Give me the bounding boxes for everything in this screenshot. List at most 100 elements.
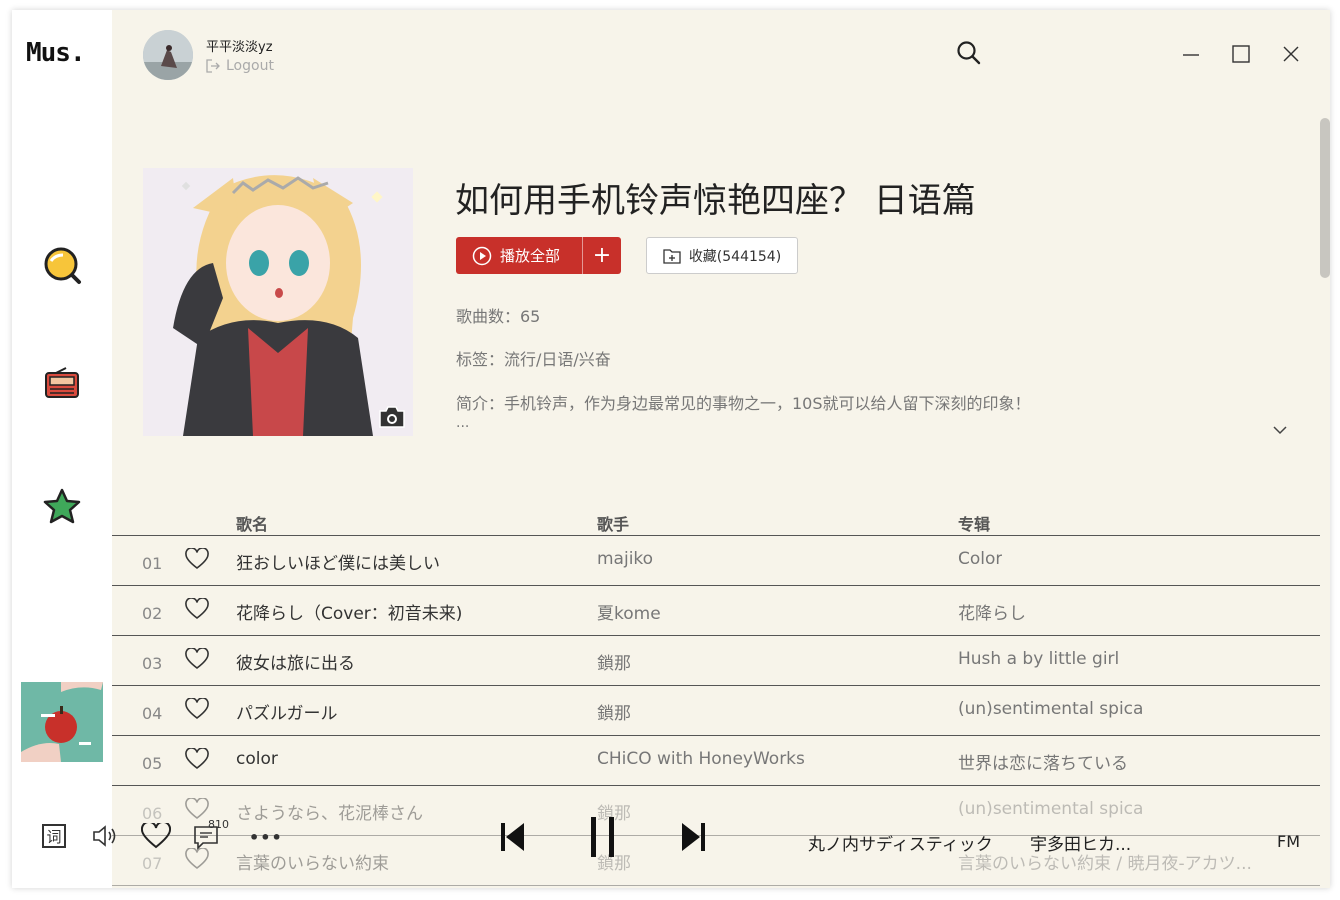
logout-button[interactable]: Logout xyxy=(206,58,274,74)
playlist-cover-image xyxy=(143,168,413,436)
table-header: 歌名 歌手 专辑 xyxy=(112,507,1320,536)
table-row[interactable]: 02 花降らし（Cover：初音未来) 夏kome 花降らし xyxy=(112,586,1320,636)
song-artist[interactable]: majiko xyxy=(597,549,653,569)
like-song-button[interactable] xyxy=(185,697,209,720)
pause-button[interactable] xyxy=(589,816,617,862)
song-title[interactable]: 狂おしいほど僕には美しい xyxy=(236,549,440,574)
track-number: 01 xyxy=(142,554,163,573)
player-bar: 词 810 ••• 丸ノ内サディスティック 宇多田ヒカ... FM xyxy=(12,800,1330,888)
comment-count: 810 xyxy=(208,818,229,831)
song-album[interactable]: 世界は恋に落ちている xyxy=(958,749,1128,774)
now-playing-artist: 宇多田ヒカ... xyxy=(1030,835,1132,855)
playlist-title: 如何用手机铃声惊艳四座？ 日语篇 xyxy=(455,181,976,221)
sidebar-item-radio[interactable] xyxy=(40,361,84,405)
logout-icon xyxy=(206,59,220,73)
heart-icon xyxy=(140,820,172,849)
add-to-queue-button[interactable]: + xyxy=(583,237,621,274)
song-artist[interactable]: 鎖那 xyxy=(597,699,631,724)
like-current-button[interactable] xyxy=(140,820,172,853)
track-number: 05 xyxy=(142,754,163,773)
pause-icon xyxy=(591,817,614,857)
expand-description-button[interactable] xyxy=(1270,420,1290,440)
search-icon xyxy=(957,41,981,65)
now-playing-cover[interactable] xyxy=(21,682,103,762)
skip-previous-icon xyxy=(501,823,524,851)
song-album[interactable]: (un)sentimental spica xyxy=(958,699,1143,719)
column-header-album: 专辑 xyxy=(958,515,991,534)
change-cover-button[interactable] xyxy=(377,404,407,430)
lyrics-button[interactable]: 词 xyxy=(42,824,66,848)
app-window: Mus. 平平淡淡yz Logout 如何用手机铃声惊艳四座？ 日语篇 播放全部… xyxy=(12,10,1330,888)
chevron-down-icon xyxy=(1273,426,1287,435)
scrollbar-thumb[interactable] xyxy=(1320,118,1330,278)
like-song-button[interactable] xyxy=(185,547,209,570)
like-song-button[interactable] xyxy=(185,747,209,770)
track-number: 03 xyxy=(142,654,163,673)
avatar[interactable] xyxy=(143,30,193,80)
playlist-cover xyxy=(143,168,413,436)
track-number: 04 xyxy=(142,704,163,723)
heart-icon xyxy=(185,697,209,720)
folder-add-icon xyxy=(663,248,681,264)
album-art-image xyxy=(21,682,103,762)
song-count: 歌曲数：65 xyxy=(456,307,541,326)
song-artist[interactable]: 夏kome xyxy=(597,599,661,624)
username: 平平淡淡yz xyxy=(206,40,273,55)
search-button[interactable] xyxy=(956,40,982,66)
table-row[interactable]: 04 パズルガール 鎖那 (un)sentimental spica xyxy=(112,686,1320,736)
description-ellipsis: ... xyxy=(456,415,470,431)
maximize-button[interactable] xyxy=(1230,43,1252,65)
song-artist[interactable]: CHiCO with HoneyWorks xyxy=(597,749,805,769)
maximize-icon xyxy=(1232,45,1250,63)
minimize-button[interactable] xyxy=(1180,43,1202,65)
column-header-artist: 歌手 xyxy=(597,515,630,534)
song-artist[interactable]: 鎖那 xyxy=(597,649,631,674)
column-header-song: 歌名 xyxy=(236,515,269,534)
play-all-button[interactable]: 播放全部 + xyxy=(456,237,621,274)
collect-button[interactable]: 收藏(544154) xyxy=(646,237,798,274)
playlist-description: 简介：手机铃声，作为身边最常见的事物之一，10S就可以给人留下深刻的印象！ xyxy=(456,394,1031,413)
collect-label: 收藏(544154) xyxy=(688,248,782,265)
song-title[interactable]: 花降らし（Cover：初音未来) xyxy=(236,599,462,624)
app-logo: Mus. xyxy=(26,38,86,68)
camera-icon xyxy=(379,406,405,428)
song-album[interactable]: Hush a by little girl xyxy=(958,649,1119,669)
fm-button[interactable]: FM xyxy=(1277,832,1300,851)
sidebar: Mus. xyxy=(12,10,112,888)
song-album[interactable]: Color xyxy=(958,549,1002,569)
search-bubble-icon xyxy=(44,247,81,284)
heart-icon xyxy=(185,547,209,570)
play-all-main[interactable]: 播放全部 xyxy=(456,237,583,274)
next-button[interactable] xyxy=(680,822,706,856)
table-row[interactable]: 05 color CHiCO with HoneyWorks 世界は恋に落ちている xyxy=(112,736,1320,786)
more-button[interactable]: ••• xyxy=(249,828,283,847)
star-icon xyxy=(43,488,81,524)
volume-button[interactable] xyxy=(92,824,118,852)
playlist-tags: 标签：流行/日语/兴奋 xyxy=(456,350,611,369)
track-number: 02 xyxy=(142,604,163,623)
like-song-button[interactable] xyxy=(185,597,209,620)
table-row[interactable]: 01 狂おしいほど僕には美しい majiko Color xyxy=(112,536,1320,586)
song-album[interactable]: 花降らし xyxy=(958,599,1026,624)
close-icon xyxy=(1283,46,1299,62)
heart-icon xyxy=(185,597,209,620)
skip-next-icon xyxy=(682,823,705,851)
song-title[interactable]: 彼女は旅に出る xyxy=(236,649,355,674)
heart-icon xyxy=(185,647,209,670)
sidebar-item-favorites[interactable] xyxy=(40,484,84,528)
close-button[interactable] xyxy=(1280,43,1302,65)
avatar-image xyxy=(143,30,193,80)
previous-button[interactable] xyxy=(500,822,526,856)
like-song-button[interactable] xyxy=(185,647,209,670)
song-title[interactable]: color xyxy=(236,749,278,769)
now-playing-title: 丸ノ内サディスティック xyxy=(808,835,993,855)
logout-label: Logout xyxy=(226,58,274,74)
play-circle-icon xyxy=(472,246,492,265)
radio-icon xyxy=(45,367,79,398)
minimize-icon xyxy=(1183,54,1199,56)
table-row[interactable]: 03 彼女は旅に出る 鎖那 Hush a by little girl xyxy=(112,636,1320,686)
sidebar-item-search[interactable] xyxy=(40,244,84,288)
heart-icon xyxy=(185,747,209,770)
volume-icon xyxy=(93,825,116,847)
song-title[interactable]: パズルガール xyxy=(236,699,338,724)
